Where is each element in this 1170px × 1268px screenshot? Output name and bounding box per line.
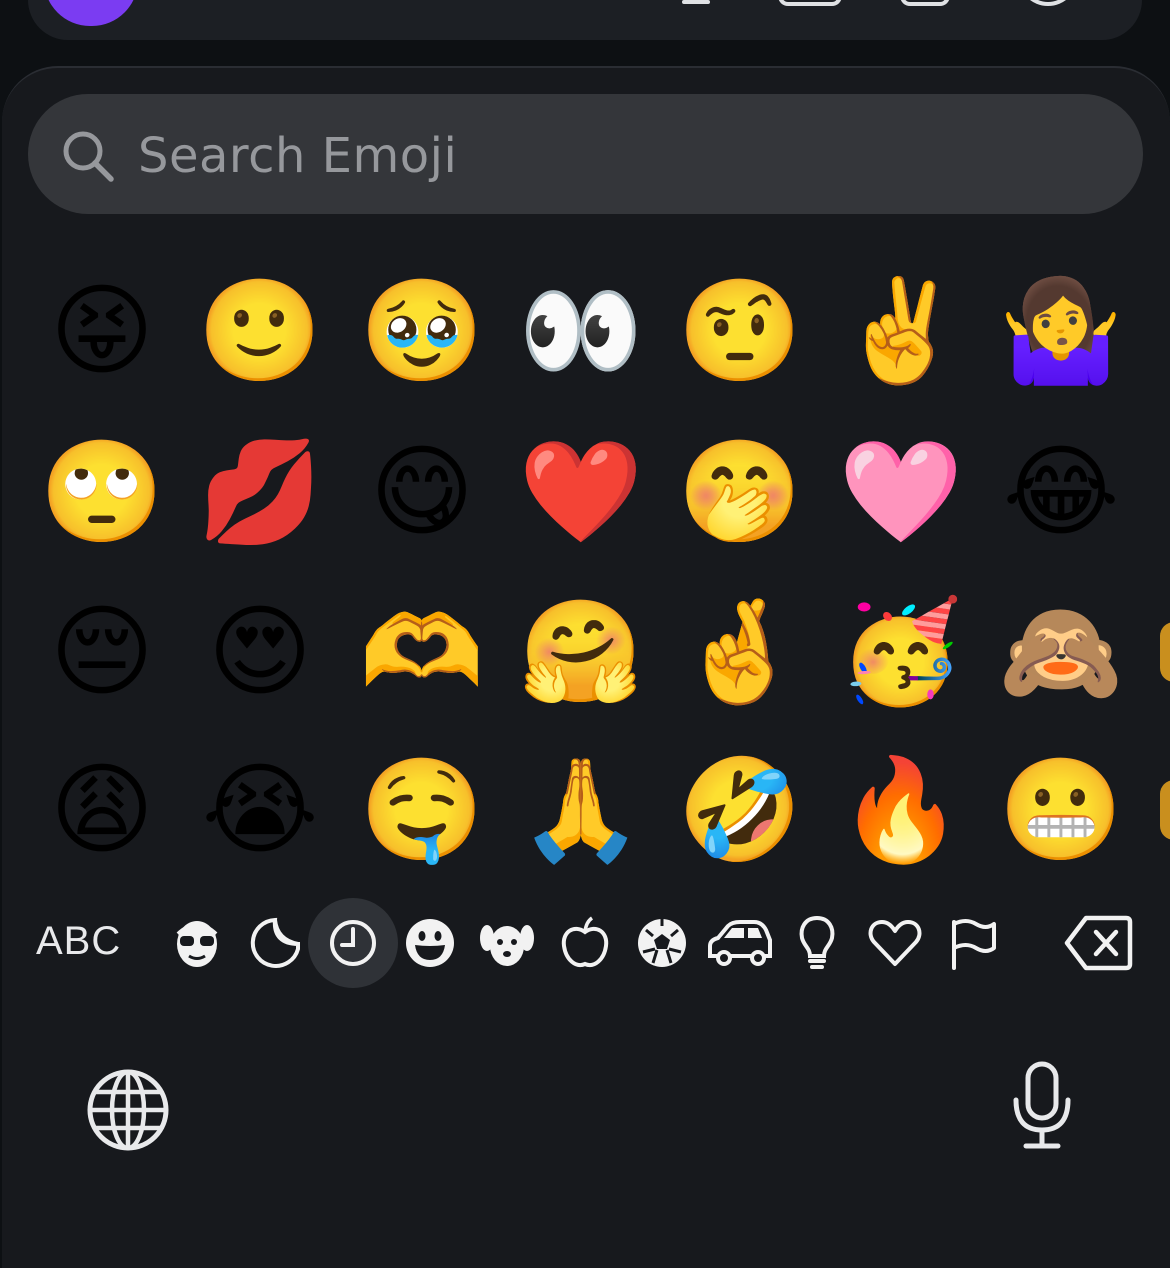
emoji-cell[interactable]: 😍: [195, 587, 325, 717]
emoji-cell-partial: [1160, 780, 1170, 840]
flags-icon[interactable]: [944, 914, 1002, 972]
emoji-cell[interactable]: 🙈: [996, 587, 1126, 717]
emoji-cell[interactable]: 🤷‍♀️: [996, 266, 1126, 396]
emoji-cell[interactable]: 🙂: [195, 266, 325, 396]
emoji-cell[interactable]: 🫶: [357, 587, 487, 717]
emoji-cell[interactable]: 😔: [37, 587, 167, 717]
emoji-grid: 😝 🙂 🥹 👀 🤨 ✌️ 🤷‍♀️ 🙄 💋 😋 ❤️ 🤭 🩷 😂 😔 😍 🫶 🤗…: [0, 0, 1170, 880]
emoji-cell[interactable]: 🥹: [357, 266, 487, 396]
emoji-cell[interactable]: 🤭: [675, 427, 805, 557]
emoji-cell[interactable]: 😭: [195, 745, 325, 875]
emoji-cell[interactable]: 🤣: [675, 745, 805, 875]
emoji-cell[interactable]: 👀: [516, 266, 646, 396]
emoji-cell[interactable]: ✌️: [836, 266, 966, 396]
emoji-cell[interactable]: 😋: [357, 427, 487, 557]
emoji-cell[interactable]: 🤞: [675, 587, 805, 717]
animals-icon[interactable]: [478, 914, 536, 972]
emoji-cell[interactable]: ❤️: [516, 427, 646, 557]
emoji-cell[interactable]: 💋: [195, 427, 325, 557]
stickers-icon[interactable]: [246, 914, 304, 972]
recents-icon[interactable]: [324, 914, 382, 972]
emoji-cell[interactable]: 🤤: [357, 745, 487, 875]
emoji-cell[interactable]: 🙄: [37, 427, 167, 557]
microphone-icon[interactable]: [1010, 1060, 1074, 1152]
emoji-cell[interactable]: 🔥: [836, 745, 966, 875]
objects-icon[interactable]: [788, 914, 846, 972]
emoji-cell[interactable]: 😬: [996, 745, 1126, 875]
emoji-cell[interactable]: 🙏: [516, 745, 646, 875]
food-icon[interactable]: [556, 914, 614, 972]
emoji-cell[interactable]: 🩷: [836, 427, 966, 557]
emoji-cell-partial: [1160, 622, 1170, 682]
abc-button[interactable]: ABC: [36, 915, 121, 967]
globe-icon[interactable]: [84, 1066, 172, 1154]
emoji-cell[interactable]: 😂: [996, 427, 1126, 557]
emoji-cell[interactable]: 🤗: [516, 587, 646, 717]
symbols-icon[interactable]: [866, 914, 924, 972]
emoji-cell[interactable]: 🤨: [675, 266, 805, 396]
travel-icon[interactable]: [706, 914, 774, 972]
emoji-cell[interactable]: 😝: [37, 266, 167, 396]
delete-icon[interactable]: [1064, 914, 1134, 972]
smileys-people-icon[interactable]: [168, 914, 226, 972]
smiley-face-icon[interactable]: [401, 914, 459, 972]
activity-icon[interactable]: [633, 914, 691, 972]
emoji-cell[interactable]: 😩: [37, 745, 167, 875]
emoji-cell[interactable]: 🥳: [836, 587, 966, 717]
